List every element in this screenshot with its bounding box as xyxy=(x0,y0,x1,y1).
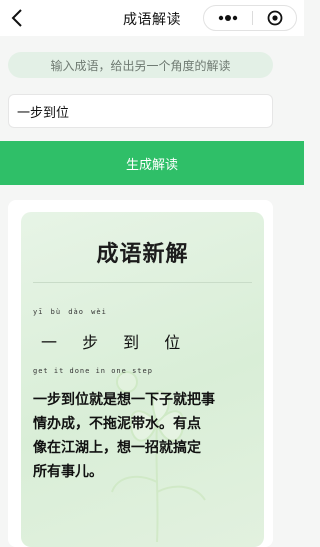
result-card: 成语新解 yī bù dào wèi 一 步 到 位 get it done i… xyxy=(21,212,264,547)
close-button[interactable] xyxy=(253,6,296,30)
nav-bar: 成语解读 xyxy=(0,0,304,36)
idiom-input[interactable] xyxy=(8,94,273,128)
more-button[interactable] xyxy=(204,6,252,30)
generate-button[interactable]: 生成解读 xyxy=(0,141,304,185)
card-divider xyxy=(33,282,252,283)
interpretation-line: 像在江湖上，想一招就搞定 xyxy=(33,440,201,456)
hint-text: 输入成语，给出另一个角度的解读 xyxy=(8,52,273,78)
interpretation-text: 一步到位就是想一下子就把事 情办成，不拖泥带水。有点 像在江湖上，想一招就搞定 … xyxy=(33,388,253,484)
close-target-icon xyxy=(267,10,282,26)
interpretation-line: 一步到位就是想一下子就把事 xyxy=(33,392,215,408)
more-dots-icon xyxy=(218,15,238,21)
capsule-menu xyxy=(203,5,297,31)
idiom-english: get it done in one step xyxy=(33,367,153,375)
interpretation-line: 情办成，不拖泥带水。有点 xyxy=(33,416,201,432)
interpretation-line: 所有事儿。 xyxy=(33,464,103,480)
card-title: 成语新解 xyxy=(96,242,189,267)
idiom-pinyin: yī bù dào wèi xyxy=(33,308,107,316)
idiom-display: 一 步 到 位 xyxy=(41,333,191,352)
